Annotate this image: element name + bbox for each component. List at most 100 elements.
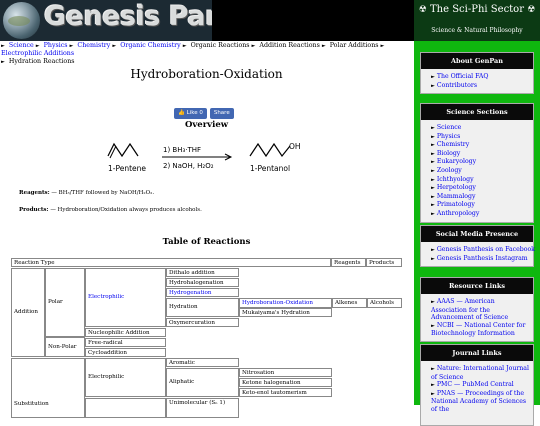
link-physics[interactable]: Physics — [437, 133, 460, 140]
reagent-step-2: 2) NaOH, H₂O₂ — [163, 162, 214, 170]
link-aaas[interactable]: AAAS — American Association for the Adva… — [431, 298, 508, 321]
science-sections-box: Science Sections ► Science ► Physics ► Chem… — [420, 103, 534, 223]
arrow-right-icon: ► — [380, 43, 385, 49]
breadcrumb: ► Science ► Physics ► Chemistry ► Organi… — [1, 42, 411, 66]
link-contributors[interactable]: Contributors — [437, 82, 477, 89]
header-reagents: Reagents — [331, 258, 366, 267]
link-pmc[interactable]: PMC — PubMed Central — [437, 381, 514, 388]
sector-subtitle: Science & Natural Philosophy — [431, 27, 523, 34]
arrow-right-icon: ► — [1, 43, 5, 49]
link-herpetology[interactable]: Herpetology — [437, 184, 476, 191]
link-faq[interactable]: The Official FAQ — [437, 73, 489, 80]
cell-substitution: Substitution — [11, 358, 85, 418]
sci-phi-sector-banner[interactable]: ☢ The Sci-Phi Sector ☢ Science & Natural… — [414, 0, 540, 41]
resource-links-title: Resource Links — [421, 278, 533, 294]
reactant-label: 1-Pentene — [108, 164, 146, 173]
social-media-box: Social Media Presence ► Genesis Panthesis… — [420, 225, 535, 268]
facebook-like-button[interactable]: 👍 Like 0 — [174, 108, 207, 119]
link-eukaryology[interactable]: Eukaryology — [437, 158, 476, 165]
arrow-right-icon: ► — [431, 247, 435, 253]
cell-nucleophilic-substitution — [85, 398, 166, 418]
reagent-step-1: 1) BH₃·THF — [163, 146, 201, 154]
reagents-label: Reagents: — [19, 190, 50, 196]
link-ichthyology[interactable]: Ichthyology — [437, 176, 474, 183]
breadcrumb-addition-reactions: Addition Reactions — [259, 42, 320, 49]
link-mammalogy[interactable]: Mammalogy — [437, 193, 476, 200]
breadcrumb-organic-chemistry[interactable]: Organic Chemistry — [120, 42, 180, 49]
cell-keto-enol-tautomerism: Keto-enol tautomerism — [239, 388, 332, 397]
breadcrumb-electrophilic-additions[interactable]: Electrophilic Additions — [1, 50, 74, 57]
double-bond-line — [109, 145, 117, 159]
facebook-buttons: 👍 Like 0 Share — [174, 99, 237, 119]
hydroxyl-label: OH — [289, 142, 301, 151]
cell-electrophilic-substitution: Electrophilic — [85, 358, 166, 397]
link-chemistry[interactable]: Chemistry — [437, 141, 469, 148]
arrow-right-icon: ► — [431, 366, 435, 372]
table-heading: Table of Reactions — [162, 237, 251, 247]
link-pnas[interactable]: PNAS — Proceedings of the National Acade… — [431, 390, 526, 413]
link-biology[interactable]: Biology — [437, 150, 460, 157]
link-ncbi[interactable]: NCBI — National Center for Biotechnology… — [431, 322, 525, 338]
overview-heading: Overview — [184, 120, 229, 130]
cell-cycloaddition: Cycloaddition — [85, 348, 166, 357]
arrow-right-icon: ► — [431, 185, 435, 192]
breadcrumb-science[interactable]: Science — [9, 42, 34, 49]
site-header: Genesis Panthesis — [0, 0, 414, 41]
arrow-right-icon: ► — [431, 193, 435, 200]
header-products: Products — [366, 258, 402, 267]
sector-title-the: The — [429, 4, 450, 15]
cell-hydration: Hydration — [166, 298, 239, 317]
sector-title-sector: Sector — [490, 4, 524, 15]
link-electrophilic[interactable]: Electrophilic — [85, 268, 166, 327]
arrow-right-icon: ► — [431, 299, 435, 305]
arrow-right-icon: ► — [431, 74, 435, 80]
arrow-right-icon: ► — [431, 390, 435, 397]
link-primatology[interactable]: Primatology — [437, 201, 475, 208]
link-hydroboration-oxidation[interactable]: Hydroboration-Oxidation — [239, 298, 332, 308]
link-anthropology[interactable]: Anthropology — [437, 210, 479, 217]
social-media-title: Social Media Presence — [421, 226, 533, 242]
arrow-right-icon: ► — [431, 142, 435, 149]
link-facebook[interactable]: Genesis Panthesis on Facebook — [437, 246, 535, 253]
arrow-right-icon: ► — [1, 59, 5, 65]
sidebar: About GenPan ► The Official FAQ ► Contribu… — [414, 41, 540, 426]
link-hydrogenation[interactable]: Hydrogenation — [166, 288, 239, 297]
arrow-right-icon: ► — [431, 176, 435, 183]
arrow-right-icon: ► — [182, 43, 187, 49]
link-zoology[interactable]: Zoology — [437, 167, 462, 174]
breadcrumb-chemistry[interactable]: Chemistry — [77, 42, 110, 49]
link-nature[interactable]: Nature: International Journal of Science — [431, 365, 529, 381]
arrow-right-icon: ► — [431, 167, 435, 174]
arrow-right-icon: ► — [431, 133, 435, 140]
logo-text: Genesis Panthesis — [44, 1, 212, 32]
cell-non-polar: Non-Polar — [45, 337, 85, 357]
reagents-line: Reagents: — BH₃/THF followed by NaOH/H₂O… — [19, 190, 154, 196]
products-line: Products: — Hydroboration/Oxidation alwa… — [19, 207, 202, 213]
arrow-right-icon: ► — [112, 43, 117, 49]
journal-links-box: Journal Links ► Nature: International Jou… — [420, 344, 534, 426]
cell-mukaiyama-hydration: Mukaiyama's Hydration — [239, 308, 332, 317]
link-science[interactable]: Science — [437, 124, 461, 131]
site-logo[interactable]: Genesis Panthesis — [0, 0, 212, 41]
link-instagram[interactable]: Genesis Panthesis Instagram — [437, 255, 528, 262]
cell-ketone-halogenation: Ketone halogenation — [239, 378, 332, 387]
arrow-right-icon: ► — [69, 43, 74, 49]
about-title: About GenPan — [421, 53, 533, 69]
cell-aliphatic: Aliphatic — [166, 368, 239, 397]
like-label: Like 0 — [186, 110, 203, 116]
arrow-right-icon: ► — [35, 43, 40, 49]
arrow-right-icon: ► — [321, 43, 326, 49]
header-reaction-type: Reaction Type — [11, 258, 331, 267]
sector-title-main: Sci-Phi — [452, 4, 488, 15]
cell-polar: Polar — [45, 268, 85, 337]
facebook-share-button[interactable]: Share — [209, 108, 234, 119]
breadcrumb-organic-reactions: Organic Reactions — [190, 42, 250, 49]
page-title: Hydroboration-Oxidation — [130, 67, 283, 81]
breadcrumb-physics[interactable]: Physics — [44, 42, 68, 49]
atom-icon: ☢ — [418, 5, 427, 15]
pentanol-structure — [249, 142, 291, 158]
arrow-right-icon: ► — [431, 82, 435, 89]
arrow-right-icon: ► — [431, 150, 435, 157]
resource-links-box: Resource Links ► AAAS — American Associat… — [420, 277, 534, 342]
arrow-right-icon: ► — [251, 43, 256, 49]
